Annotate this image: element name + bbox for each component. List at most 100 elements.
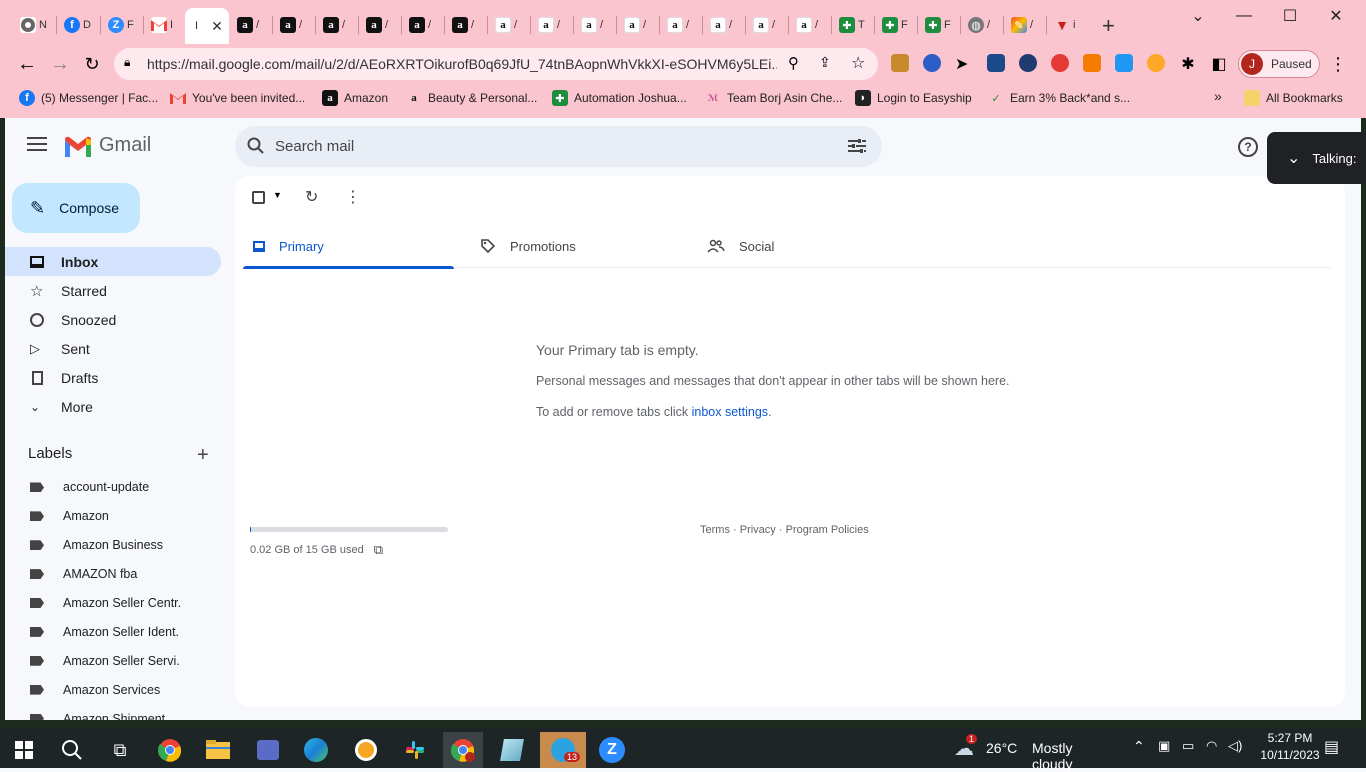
battery-icon[interactable]: ▭ (1182, 738, 1194, 754)
compose-button[interactable]: ✎ Compose (12, 183, 140, 233)
tab-sheets[interactable]: ✚F (882, 9, 908, 41)
search-icon[interactable] (247, 137, 265, 155)
extension-icon[interactable] (1147, 54, 1165, 72)
lock-icon[interactable]: 🔒︎ (124, 55, 130, 70)
tab-pen[interactable]: ✎/ (1011, 9, 1033, 41)
extension-ok-icon[interactable] (987, 54, 1005, 72)
extension-js-icon[interactable] (1083, 54, 1101, 72)
talking-popup[interactable]: ⌄ Talking: (1267, 132, 1366, 184)
bookmark-item[interactable]: You've been invited... (170, 90, 305, 106)
all-bookmarks-button[interactable]: All Bookmarks (1244, 90, 1343, 106)
chrome-icon[interactable] (150, 732, 190, 768)
clock-date[interactable]: 10/11/2023 (1252, 748, 1328, 762)
terms-link[interactable]: Terms (700, 524, 730, 536)
windows-start-icon[interactable] (4, 732, 44, 768)
select-dropdown-icon[interactable]: ▼ (273, 190, 282, 200)
search-bar[interactable]: Search mail (235, 126, 882, 167)
sidebar-item-more[interactable]: ⌄ More (5, 392, 221, 421)
address-bar[interactable]: 🔒︎ https://mail.google.com/mail/u/2/d/AE… (114, 48, 878, 80)
tab-amazon[interactable]: a/ (237, 9, 259, 41)
bookmark-item[interactable]: ◗Login to Easyship (855, 90, 972, 106)
search-input[interactable]: Search mail (275, 138, 354, 155)
back-icon[interactable]: ← (15, 52, 39, 76)
file-explorer-icon[interactable] (198, 732, 238, 768)
privacy-link[interactable]: Privacy (740, 524, 776, 536)
label-item[interactable]: AMAZON fba (5, 560, 221, 589)
vpn-app-icon[interactable] (346, 732, 386, 768)
chevron-down-icon[interactable]: ⌄ (1287, 148, 1300, 168)
maximize-icon[interactable]: ☐ (1280, 6, 1300, 26)
clock-time[interactable]: 5:27 PM (1260, 731, 1320, 745)
more-options-icon[interactable]: ⋮ (345, 187, 361, 207)
tab-amazon[interactable]: a/ (796, 9, 818, 41)
label-item[interactable]: Amazon Shipment (5, 704, 221, 720)
tab-promotions[interactable]: Promotions (470, 224, 681, 268)
notifications-icon[interactable]: ▤ (1324, 737, 1339, 757)
sidebar-item-drafts[interactable]: Drafts (5, 363, 221, 392)
tab-chrome[interactable]: N (20, 9, 47, 41)
bookmark-item[interactable]: aAmazon (322, 90, 388, 106)
extensions-puzzle-icon[interactable]: ✱ (1176, 52, 1200, 76)
extension-icon[interactable] (923, 54, 941, 72)
forward-icon[interactable]: → (48, 52, 72, 76)
chrome-profile-icon[interactable] (443, 732, 483, 768)
more-bookmarks-button[interactable]: » (1214, 88, 1222, 104)
help-icon[interactable]: ? (1238, 137, 1258, 157)
slack-icon[interactable] (395, 732, 435, 768)
tab-sheets[interactable]: ✚T (839, 9, 865, 41)
label-item[interactable]: Amazon Services (5, 675, 221, 704)
label-item[interactable]: Amazon Seller Centr. (5, 589, 221, 618)
program-policies-link[interactable]: Program Policies (786, 524, 869, 536)
menu-kebab-icon[interactable]: ⋮ (1326, 52, 1350, 76)
extension-icon[interactable] (1019, 54, 1037, 72)
wifi-icon[interactable]: ◠ (1206, 738, 1217, 754)
share-icon[interactable]: ⇪ (819, 54, 831, 71)
bookmark-item[interactable]: ✚Automation Joshua... (552, 90, 687, 106)
tab-amazon[interactable]: a/ (710, 9, 732, 41)
label-item[interactable]: Amazon (5, 502, 221, 531)
tab-gmail-1[interactable]: I (151, 9, 173, 41)
tab-globe[interactable]: ◍/ (968, 9, 990, 41)
minimize-icon[interactable]: — (1234, 6, 1254, 26)
tab-vpn[interactable]: ▼i (1054, 9, 1075, 41)
zoom-search-icon[interactable]: ⚲ (788, 54, 799, 72)
bookmark-item[interactable]: f(5) Messenger | Fac... (19, 90, 158, 106)
tab-amazon[interactable]: a/ (624, 9, 646, 41)
tab-amazon[interactable]: a/ (409, 9, 431, 41)
bookmark-item[interactable]: aBeauty & Personal... (406, 90, 537, 106)
external-link-icon[interactable]: ⧉ (374, 542, 383, 558)
label-item[interactable]: Amazon Seller Ident. (5, 617, 221, 646)
extension-icon[interactable] (891, 54, 909, 72)
tab-amazon[interactable]: a/ (452, 9, 474, 41)
add-label-icon[interactable]: + (197, 444, 209, 467)
tab-primary[interactable]: Primary (243, 224, 454, 268)
extension-pokeball-icon[interactable] (1051, 54, 1069, 72)
profile-button[interactable]: J Paused (1238, 50, 1320, 78)
label-item[interactable]: Amazon Business (5, 531, 221, 560)
task-view-icon[interactable]: ⧉ (100, 732, 140, 768)
tab-amazon[interactable]: a/ (538, 9, 560, 41)
close-window-icon[interactable]: ✕ (1326, 6, 1346, 26)
volume-icon[interactable]: ◁) (1228, 738, 1242, 754)
refresh-icon[interactable]: ↻ (305, 187, 318, 207)
tab-facebook[interactable]: f D (64, 9, 91, 41)
sidebar-item-sent[interactable]: ▷ Sent (5, 334, 221, 363)
main-menu-icon[interactable] (27, 137, 47, 153)
search-options-icon[interactable] (848, 138, 866, 154)
tab-gmail-active[interactable]: I ✕ (185, 8, 229, 44)
telegram-icon[interactable]: 13 (540, 732, 586, 768)
tab-amazon[interactable]: a/ (323, 9, 345, 41)
gmail-logo[interactable]: Gmail (63, 134, 151, 157)
extension-icon[interactable] (1115, 54, 1133, 72)
side-panel-icon[interactable]: ◧ (1207, 52, 1231, 76)
sidebar-item-snoozed[interactable]: Snoozed (5, 305, 221, 334)
tab-sheets[interactable]: ✚F (925, 9, 951, 41)
app-icon[interactable] (248, 732, 288, 768)
select-all-checkbox[interactable] (252, 191, 265, 204)
meet-now-icon[interactable]: ▣ (1158, 738, 1170, 754)
tab-social[interactable]: Social (697, 224, 908, 268)
tab-amazon[interactable]: a/ (495, 9, 517, 41)
extension-icon[interactable]: ➤ (955, 54, 973, 72)
show-hidden-icons[interactable]: ⌃ (1133, 738, 1145, 755)
search-icon[interactable] (52, 732, 92, 768)
